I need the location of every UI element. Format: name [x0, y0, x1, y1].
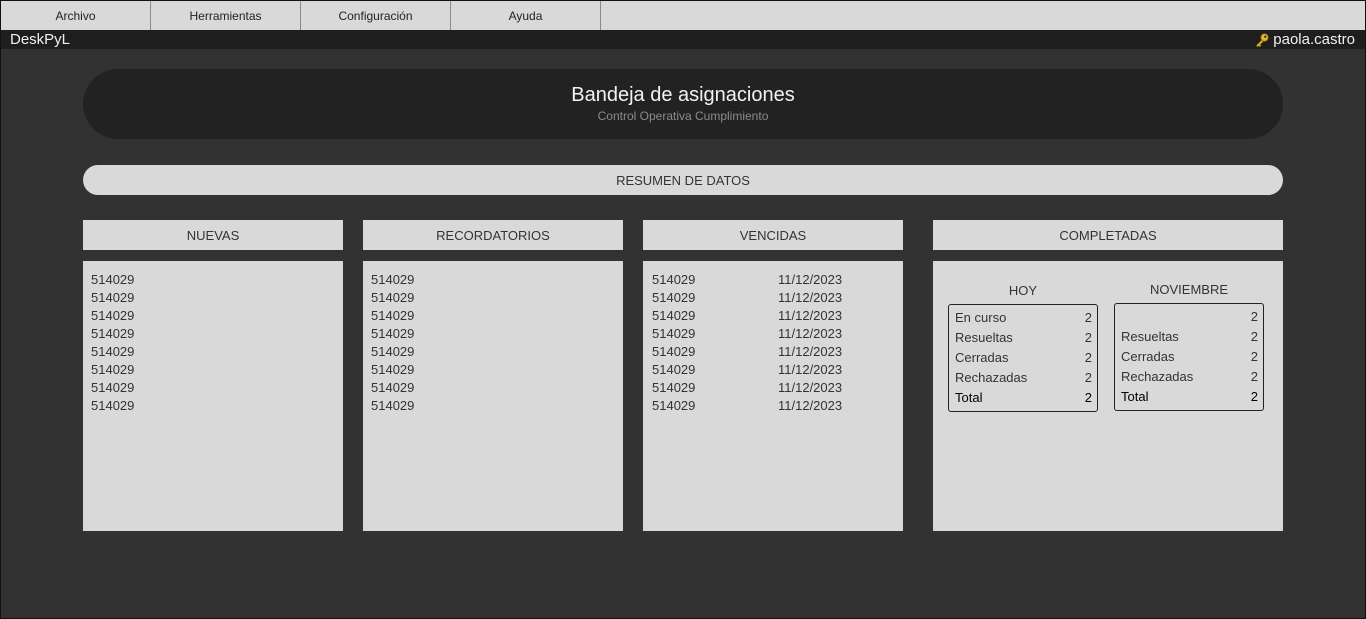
item-id: 514029 — [652, 344, 696, 359]
page-subtitle: Control Operativa Cumplimiento — [597, 109, 769, 123]
user-badge: paola.castro — [1254, 31, 1355, 48]
mes-label: NOVIEMBRE — [1149, 282, 1228, 297]
menu-ayuda[interactable]: Ayuda — [451, 1, 601, 30]
nuevas-list-panel: 514029 514029 514029 514029 514029 514029 5140… — [83, 261, 343, 531]
list-item[interactable]: 514029 — [91, 289, 134, 307]
stat-row: Resueltas 2 — [955, 330, 1092, 350]
recordatorios-header: RECORDATORIOS — [363, 220, 623, 250]
stat-key: Rechazadas — [955, 370, 1028, 385]
stat-key: Resueltas — [955, 330, 1013, 345]
list-item[interactable]: 514029 — [91, 397, 134, 415]
item-date: 11/12/2023 — [778, 398, 843, 413]
item-id: 514029 — [652, 362, 696, 377]
stat-value: 2 — [1084, 330, 1092, 345]
hoy-label: HOY — [1008, 283, 1038, 298]
recordatorios-list-panel: 514029 514029 514029 514029 514029 514029 5140… — [363, 261, 623, 531]
list-item[interactable]: 514029 11/12/2023 — [652, 271, 842, 289]
page-title: Bandeja de asignaciones — [571, 84, 795, 106]
list-item[interactable]: 514029 — [91, 325, 134, 343]
item-date: 11/12/2023 — [778, 380, 843, 395]
stat-row: Resueltas 2 — [1121, 329, 1258, 349]
completadas-panel: HOY En curso 2 Resueltas 2 Cerradas 2 Rechazad… — [933, 261, 1283, 531]
list-item[interactable]: 514029 — [371, 307, 414, 325]
list-item[interactable]: 514029 — [91, 343, 134, 361]
list-item[interactable]: 514029 — [371, 397, 414, 415]
stat-key: Cerradas — [955, 350, 1009, 365]
item-id: 514029 — [652, 380, 696, 395]
item-date: 11/12/2023 — [778, 362, 843, 377]
stat-row: Total 2 — [1121, 389, 1258, 409]
stat-row: Rechazadas 2 — [955, 370, 1092, 390]
stat-key: Rechazadas — [1121, 369, 1194, 384]
stat-row: Rechazadas 2 — [1121, 369, 1258, 389]
stat-row: En curso 2 — [955, 310, 1092, 330]
stat-value: 2 — [1250, 369, 1258, 384]
stat-key: En curso — [955, 310, 1007, 325]
list-item[interactable]: 514029 11/12/2023 — [652, 397, 842, 415]
list-item[interactable]: 514029 — [371, 379, 414, 397]
stat-value: 2 — [1250, 329, 1258, 344]
item-date: 11/12/2023 — [778, 308, 843, 323]
key-icon — [1256, 33, 1269, 47]
stat-value: 2 — [1084, 390, 1092, 405]
list-item[interactable]: 514029 11/12/2023 — [652, 307, 842, 325]
stat-key: Cerradas — [1121, 349, 1175, 364]
stat-row: Cerradas 2 — [955, 350, 1092, 370]
menu-bar: Archivo Herramientas Configuración Ayuda — [1, 1, 1365, 31]
list-item[interactable]: 514029 — [371, 271, 414, 289]
vencidas-header: VENCIDAS — [643, 220, 903, 250]
list-item[interactable]: 514029 11/12/2023 — [652, 289, 842, 307]
summary-bar: RESUMEN DE DATOS — [83, 165, 1283, 195]
stat-value: 2 — [1084, 370, 1092, 385]
item-id: 514029 — [652, 308, 696, 323]
list-item[interactable]: 514029 — [91, 271, 134, 289]
item-date: 11/12/2023 — [778, 290, 843, 305]
completadas-header: COMPLETADAS — [933, 220, 1283, 250]
stat-value: 2 — [1084, 310, 1092, 325]
menu-herramientas[interactable]: Herramientas — [151, 1, 301, 30]
list-item[interactable]: 514029 — [371, 289, 414, 307]
stat-key: Total — [1121, 389, 1149, 404]
menu-archivo[interactable]: Archivo — [1, 1, 151, 30]
item-id: 514029 — [652, 290, 696, 305]
stat-value: 2 — [1250, 309, 1258, 324]
list-item[interactable]: 514029 — [91, 379, 134, 397]
list-item[interactable]: 514029 — [91, 307, 134, 325]
list-item[interactable]: 514029 11/12/2023 — [652, 361, 842, 379]
item-id: 514029 — [652, 272, 696, 287]
stat-value: 2 — [1250, 349, 1258, 364]
nuevas-header: NUEVAS — [83, 220, 343, 250]
stat-row: Cerradas 2 — [1121, 349, 1258, 369]
list-item[interactable]: 514029 11/12/2023 — [652, 325, 842, 343]
nuevas-list: 514029 514029 514029 514029 514029 514029 5140… — [91, 271, 134, 415]
list-item[interactable]: 514029 11/12/2023 — [652, 379, 842, 397]
list-item[interactable]: 514029 11/12/2023 — [652, 343, 842, 361]
menu-configuracion[interactable]: Configuración — [301, 1, 451, 30]
stat-value: 2 — [1084, 350, 1092, 365]
app-name: DeskPyL — [10, 31, 71, 48]
item-date: 11/12/2023 — [778, 326, 843, 341]
item-id: 514029 — [652, 326, 696, 341]
list-item[interactable]: 514029 — [91, 361, 134, 379]
stat-key: Total — [955, 390, 983, 405]
hoy-stats-box: En curso 2 Resueltas 2 Cerradas 2 Rechazadas 2 T… — [948, 304, 1098, 412]
vencidas-list-panel: 514029 11/12/2023 514029 11/12/2023 514029 11… — [643, 261, 903, 531]
vencidas-list: 514029 11/12/2023 514029 11/12/2023 514029 11… — [652, 271, 842, 415]
item-id: 514029 — [652, 398, 696, 413]
recordatorios-list: 514029 514029 514029 514029 514029 514029 5140… — [371, 271, 414, 415]
page-header: Bandeja de asignaciones Control Operativ… — [83, 69, 1283, 139]
mes-stats-box: 2 Resueltas 2 Cerradas 2 Rechazadas 2 Total 2 — [1114, 303, 1264, 411]
item-date: 11/12/2023 — [778, 272, 843, 287]
stat-row: Total 2 — [955, 390, 1092, 410]
item-date: 11/12/2023 — [778, 344, 843, 359]
stat-row: 2 — [1121, 309, 1258, 329]
stat-value: 2 — [1250, 389, 1258, 404]
list-item[interactable]: 514029 — [371, 343, 414, 361]
list-item[interactable]: 514029 — [371, 361, 414, 379]
title-strip: DeskPyL paola.castro — [1, 30, 1365, 49]
stat-key: Resueltas — [1121, 329, 1179, 344]
list-item[interactable]: 514029 — [371, 325, 414, 343]
user-name: paola.castro — [1273, 31, 1355, 48]
